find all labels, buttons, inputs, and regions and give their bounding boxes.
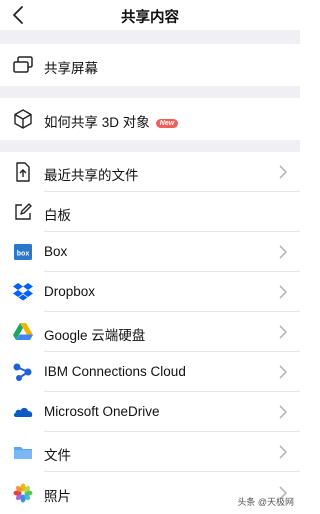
files-folder-icon (12, 441, 34, 463)
box-icon: box (12, 241, 34, 263)
list-item-label: 文件 (44, 448, 71, 463)
section-separator (0, 30, 300, 44)
chevron-right-icon (279, 445, 288, 459)
onedrive-icon (12, 401, 34, 423)
list-item-ibm-connections[interactable]: IBM Connections Cloud (0, 352, 300, 392)
list-item-onedrive[interactable]: Microsoft OneDrive (0, 392, 300, 432)
page-title: 共享内容 (121, 10, 179, 26)
share-3d-text: 如何共享 3D 对象 (44, 115, 150, 130)
google-drive-icon (12, 321, 34, 343)
list-item-files[interactable]: 文件 (0, 432, 300, 472)
list-item-label: Microsoft OneDrive (44, 404, 160, 419)
chevron-right-icon (279, 165, 288, 179)
section-separator (0, 140, 300, 152)
watermark: 头条 @天极网 (237, 497, 294, 507)
list-item-label: Google 云端硬盘 (44, 328, 146, 343)
share-screen-icon (12, 54, 34, 76)
list-item-label: 照片 (44, 489, 71, 504)
photos-icon (12, 482, 34, 504)
list-item-recent-files[interactable]: 最近共享的文件 (0, 152, 300, 192)
share-3d-label: 如何共享 3D 对象 New (44, 111, 179, 131)
list-item-box[interactable]: box Box (0, 232, 300, 272)
dropbox-icon (12, 281, 34, 303)
chevron-right-icon (279, 245, 288, 259)
section-separator (0, 86, 300, 98)
list-item-label: Dropbox (44, 284, 96, 299)
share-3d-row[interactable]: 如何共享 3D 对象 New (0, 98, 300, 140)
ibm-connections-icon (12, 361, 34, 383)
whiteboard-icon (12, 201, 34, 223)
recent-file-icon (12, 161, 34, 183)
navigation-header: 共享内容 (0, 0, 300, 30)
3d-cube-icon (12, 108, 34, 130)
chevron-right-icon (279, 325, 288, 339)
list-item-label: 白板 (44, 208, 71, 223)
new-badge: New (155, 119, 179, 128)
list-item-dropbox[interactable]: Dropbox (0, 272, 300, 312)
share-screen-row[interactable]: 共享屏幕 (0, 44, 300, 86)
svg-text:box: box (17, 251, 30, 258)
chevron-right-icon (279, 405, 288, 419)
list-item-label: Box (44, 244, 68, 259)
share-screen-label: 共享屏幕 (44, 61, 98, 76)
chevron-right-icon (279, 285, 288, 299)
list-item-label: 最近共享的文件 (44, 168, 139, 183)
list-item-whiteboard[interactable]: 白板 (0, 192, 300, 232)
chevron-right-icon (279, 365, 288, 379)
list-item-label: IBM Connections Cloud (44, 364, 186, 379)
list-item-google-drive[interactable]: Google 云端硬盘 (0, 312, 300, 352)
